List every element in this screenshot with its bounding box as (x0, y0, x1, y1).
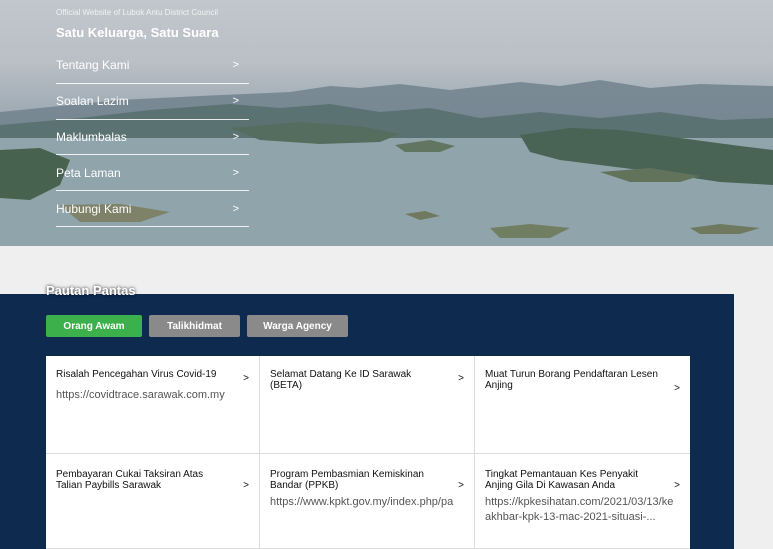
link-card[interactable]: Selamat Datang Ke ID Sarawak (BETA) > (260, 356, 475, 454)
chevron-right-icon: > (674, 480, 680, 491)
tab-warga-agency[interactable]: Warga Agency (247, 315, 348, 337)
menu-item-soalan-lazim[interactable]: Soalan Lazim > (56, 84, 249, 120)
link-card[interactable]: Tingkat Pemantauan Kes Penyakit Anjing G… (475, 454, 690, 549)
quick-links-tabs: Orang Awam Talikhidmat Warga Agency (46, 315, 348, 337)
link-card-title: Tingkat Pemantauan Kes Penyakit Anjing G… (485, 469, 639, 491)
link-card[interactable]: Program Pembasmian Kemiskinan Bandar (PP… (260, 454, 475, 549)
quick-links-title: Pautan Pantas (46, 283, 136, 298)
hero-banner: Official Website of Lubok Antu District … (0, 0, 773, 246)
link-card[interactable]: Pembayaran Cukai Taksiran Atas Talian Pa… (46, 454, 260, 549)
link-card-url: https://covidtrace.sarawak.com.my (56, 389, 225, 401)
quick-links-grid: Risalah Pencegahan Virus Covid-19 > http… (46, 356, 690, 549)
chevron-right-icon: > (243, 373, 249, 384)
chevron-right-icon: > (232, 202, 239, 215)
hero-menu: Tentang Kami > Soalan Lazim > Maklumbala… (56, 48, 249, 227)
menu-item-maklumbalas[interactable]: Maklumbalas > (56, 120, 249, 156)
menu-item-peta-laman[interactable]: Peta Laman > (56, 155, 249, 192)
link-card[interactable]: Muat Turun Borang Pendaftaran Lesen Anji… (475, 356, 690, 454)
menu-item-hubungi-kami[interactable]: Hubungi Kami > (56, 191, 249, 227)
menu-item-label: Maklumbalas (56, 129, 127, 144)
link-card-title: Risalah Pencegahan Virus Covid-19 (56, 369, 217, 380)
site-subtitle: Official Website of Lubok Antu District … (56, 8, 218, 17)
link-card-title: Pembayaran Cukai Taksiran Atas Talian Pa… (56, 469, 204, 491)
menu-item-label: Hubungi Kami (56, 201, 132, 216)
link-card-title: Selamat Datang Ke ID Sarawak (BETA) (270, 369, 412, 391)
link-card[interactable]: Risalah Pencegahan Virus Covid-19 > http… (46, 356, 260, 454)
link-card-url-continued: akhbar-kpk-13-mac-2021-situasi-... (485, 511, 656, 524)
link-card-title: Program Pembasmian Kemiskinan Bandar (PP… (270, 469, 424, 491)
chevron-right-icon: > (232, 166, 239, 179)
chevron-right-icon: > (458, 480, 464, 491)
chevron-right-icon: > (232, 130, 239, 143)
tab-talikhidmat[interactable]: Talikhidmat (149, 315, 240, 337)
chevron-right-icon: > (243, 480, 249, 491)
link-card-title: Muat Turun Borang Pendaftaran Lesen Anji… (485, 369, 658, 391)
menu-item-label: Tentang Kami (56, 58, 130, 73)
chevron-right-icon: > (232, 59, 239, 72)
menu-item-label: Peta Laman (56, 165, 121, 180)
tab-orang-awam[interactable]: Orang Awam (46, 315, 142, 337)
site-tagline: Satu Keluarga, Satu Suara (56, 25, 219, 40)
link-card-url: https://www.kpkt.gov.my/index.php/pa (270, 496, 454, 508)
chevron-right-icon: > (232, 95, 239, 108)
menu-item-label: Soalan Lazim (56, 94, 129, 109)
link-card-url: https://kpkesihatan.com/2021/03/13/ke (485, 496, 674, 508)
chevron-right-icon: > (674, 383, 680, 394)
menu-item-tentang-kami[interactable]: Tentang Kami > (56, 48, 249, 84)
chevron-right-icon: > (458, 373, 464, 384)
